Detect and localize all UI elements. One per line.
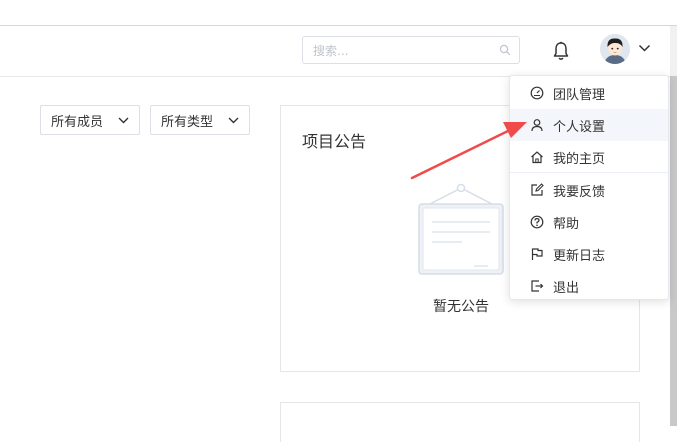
search-input[interactable]: 搜索... (302, 36, 520, 64)
menu-item-label: 个人设置 (553, 119, 606, 135)
menu-item-feedback[interactable]: 我要反馈 (510, 174, 668, 206)
menu-item-label: 退出 (553, 280, 580, 296)
dashboard-icon (529, 85, 545, 101)
member-filter-select[interactable]: 所有成员 (40, 105, 140, 135)
edit-icon (529, 182, 545, 198)
empty-board-icon (418, 182, 504, 282)
menu-item-label: 我的主页 (553, 151, 606, 167)
user-icon (529, 117, 545, 133)
menu-divider (510, 172, 668, 173)
menu-item-label: 帮助 (553, 216, 580, 232)
scrollbar-track-top (670, 26, 677, 76)
type-filter-label: 所有类型 (161, 114, 214, 130)
avatar[interactable] (600, 34, 630, 64)
member-filter-label: 所有成员 (51, 114, 104, 130)
scrollbar[interactable] (670, 76, 677, 426)
bell-icon[interactable] (552, 41, 570, 61)
menu-item-changelog[interactable]: 更新日志 (510, 238, 668, 270)
menu-item-team-management[interactable]: 团队管理 (510, 77, 668, 109)
logout-icon (529, 278, 545, 294)
home-icon (529, 149, 545, 165)
help-icon (529, 214, 545, 230)
announcement-title: 项目公告 (302, 132, 367, 151)
menu-item-logout[interactable]: 退出 (510, 270, 668, 302)
chevron-down-icon[interactable] (638, 44, 651, 53)
chevron-down-icon (118, 117, 129, 124)
flag-icon (529, 246, 545, 262)
menu-item-help[interactable]: 帮助 (510, 206, 668, 238)
menu-item-label: 我要反馈 (553, 184, 606, 200)
secondary-card (280, 402, 640, 442)
chevron-down-icon (228, 117, 239, 124)
menu-item-label: 更新日志 (553, 248, 606, 264)
menu-item-label: 团队管理 (553, 87, 606, 103)
user-dropdown-menu: 团队管理 个人设置 我的主页 我要反馈 帮助 更新日志 退出 (509, 75, 669, 300)
search-placeholder: 搜索... (313, 43, 349, 58)
type-filter-select[interactable]: 所有类型 (150, 105, 250, 135)
menu-item-my-homepage[interactable]: 我的主页 (510, 141, 668, 173)
search-icon[interactable] (499, 44, 511, 56)
menu-item-personal-settings[interactable]: 个人设置 (510, 109, 668, 141)
